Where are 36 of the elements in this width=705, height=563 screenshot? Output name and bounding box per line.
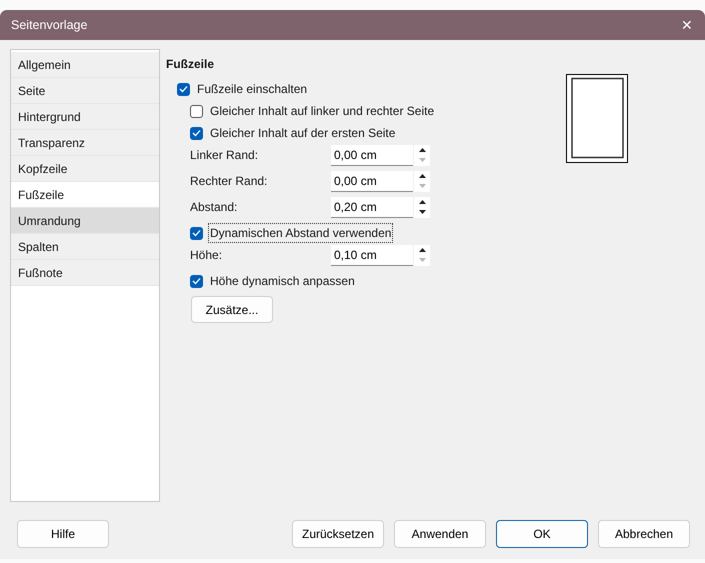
dialog-button[interactable]: Anwenden [394, 520, 486, 548]
spin-buttons[interactable] [414, 196, 430, 218]
field-label: Höhe: [189, 247, 224, 264]
field-label: Abstand: [189, 199, 238, 216]
checkbox-label: Gleicher Inhalt auf linker und rechter Seite [209, 103, 436, 120]
category-item[interactable]: Transparenz [11, 130, 159, 156]
checkbox-label: Dynamischen Abstand verwenden [208, 223, 394, 243]
spin-field[interactable]: 0,20 cm [331, 196, 413, 218]
spin-field[interactable]: 0,00 cm [331, 144, 413, 166]
dialog-button[interactable]: OK [496, 520, 588, 548]
category-item[interactable]: Spalten [11, 234, 159, 260]
category-item[interactable]: Allgemein [11, 52, 159, 78]
window-title: Seitenvorlage [11, 16, 88, 34]
spin-field[interactable]: 0,00 cm [331, 170, 413, 192]
category-item[interactable]: Fußnote [11, 260, 159, 286]
checkbox[interactable] [190, 226, 203, 240]
options-button[interactable]: Zusätze... [191, 296, 273, 323]
checkbox-label: Gleicher Inhalt auf der ersten Seite [209, 125, 396, 142]
category-item[interactable]: Hintergrund [11, 104, 159, 130]
dialog-button[interactable]: Abbrechen [598, 520, 690, 548]
help-button[interactable]: Hilfe [17, 520, 109, 548]
field-label: Linker Rand: [189, 147, 260, 164]
dialog-button[interactable]: Zurücksetzen [292, 520, 384, 548]
checkbox[interactable] [177, 82, 190, 96]
checkbox[interactable] [190, 126, 203, 140]
checkbox-label: Fußzeile einschalten [196, 81, 308, 98]
checkbox[interactable] [190, 104, 203, 118]
close-button[interactable]: ✕ [679, 18, 695, 32]
category-item[interactable]: Kopfzeile [11, 156, 159, 182]
field-label: Rechter Rand: [189, 173, 268, 190]
spin-field[interactable]: 0,10 cm [331, 244, 413, 266]
category-item[interactable]: Seite [11, 78, 159, 104]
section-heading: Fußzeile [166, 56, 216, 73]
checkbox[interactable] [190, 274, 203, 288]
category-item[interactable]: Umrandung [11, 208, 159, 234]
checkbox-label: Höhe dynamisch anpassen [209, 273, 356, 290]
